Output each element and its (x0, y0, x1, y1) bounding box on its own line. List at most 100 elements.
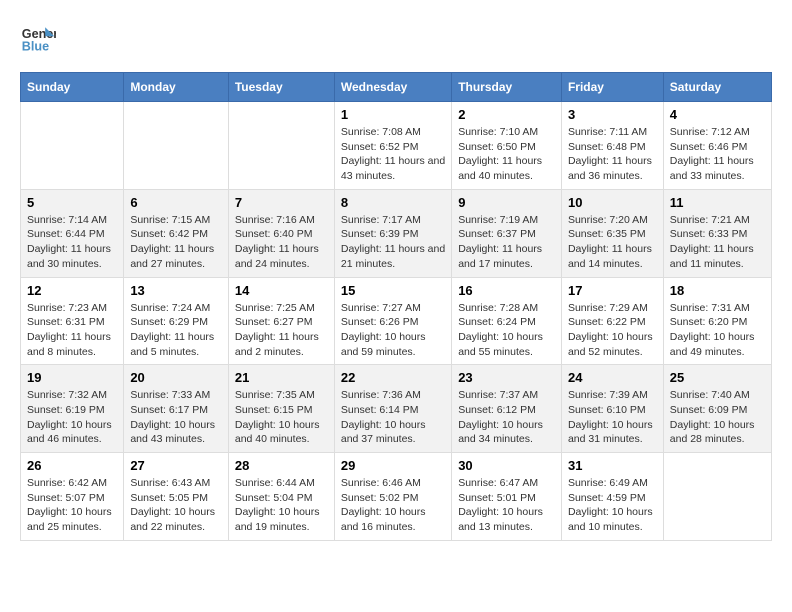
day-number: 22 (341, 370, 445, 385)
day-number: 31 (568, 458, 657, 473)
page-header: General Blue (20, 20, 772, 56)
calendar-cell (124, 102, 229, 190)
day-info: Sunrise: 7:17 AMSunset: 6:39 PMDaylight:… (341, 213, 445, 272)
day-number: 30 (458, 458, 555, 473)
day-number: 16 (458, 283, 555, 298)
calendar-cell (21, 102, 124, 190)
day-info: Sunrise: 7:16 AMSunset: 6:40 PMDaylight:… (235, 213, 328, 272)
day-number: 29 (341, 458, 445, 473)
calendar-cell: 21 Sunrise: 7:35 AMSunset: 6:15 PMDayligh… (228, 365, 334, 453)
day-info: Sunrise: 7:21 AMSunset: 6:33 PMDaylight:… (670, 213, 765, 272)
day-number: 19 (27, 370, 117, 385)
calendar-cell: 7 Sunrise: 7:16 AMSunset: 6:40 PMDaylight… (228, 189, 334, 277)
day-number: 7 (235, 195, 328, 210)
header-row: SundayMondayTuesdayWednesdayThursdayFrid… (21, 73, 772, 102)
day-info: Sunrise: 7:37 AMSunset: 6:12 PMDaylight:… (458, 388, 555, 447)
day-info: Sunrise: 7:24 AMSunset: 6:29 PMDaylight:… (130, 301, 222, 360)
day-info: Sunrise: 6:44 AMSunset: 5:04 PMDaylight:… (235, 476, 328, 535)
day-number: 14 (235, 283, 328, 298)
calendar-cell: 5 Sunrise: 7:14 AMSunset: 6:44 PMDaylight… (21, 189, 124, 277)
svg-text:Blue: Blue (22, 40, 49, 54)
day-info: Sunrise: 7:31 AMSunset: 6:20 PMDaylight:… (670, 301, 765, 360)
day-number: 17 (568, 283, 657, 298)
day-info: Sunrise: 7:39 AMSunset: 6:10 PMDaylight:… (568, 388, 657, 447)
day-info: Sunrise: 7:27 AMSunset: 6:26 PMDaylight:… (341, 301, 445, 360)
day-info: Sunrise: 7:15 AMSunset: 6:42 PMDaylight:… (130, 213, 222, 272)
day-number: 18 (670, 283, 765, 298)
calendar-cell: 19 Sunrise: 7:32 AMSunset: 6:19 PMDayligh… (21, 365, 124, 453)
day-number: 12 (27, 283, 117, 298)
day-info: Sunrise: 7:32 AMSunset: 6:19 PMDaylight:… (27, 388, 117, 447)
day-info: Sunrise: 7:35 AMSunset: 6:15 PMDaylight:… (235, 388, 328, 447)
week-row: 1Sunrise: 7:08 AMSunset: 6:52 PMDaylight… (21, 102, 772, 190)
logo-icon: General Blue (20, 20, 56, 56)
calendar-cell: 26 Sunrise: 6:42 AMSunset: 5:07 PMDayligh… (21, 453, 124, 541)
calendar-cell: 10 Sunrise: 7:20 AMSunset: 6:35 PMDayligh… (561, 189, 663, 277)
day-info: Sunrise: 6:46 AMSunset: 5:02 PMDaylight:… (341, 476, 445, 535)
day-info: Sunrise: 6:43 AMSunset: 5:05 PMDaylight:… (130, 476, 222, 535)
calendar-cell: 23 Sunrise: 7:37 AMSunset: 6:12 PMDayligh… (452, 365, 562, 453)
day-number: 6 (130, 195, 222, 210)
calendar-cell: 20Sunrise: 7:33 AMSunset: 6:17 PMDayligh… (124, 365, 229, 453)
calendar-cell: 11 Sunrise: 7:21 AMSunset: 6:33 PMDayligh… (663, 189, 771, 277)
calendar-cell: 8Sunrise: 7:17 AMSunset: 6:39 PMDaylight… (334, 189, 451, 277)
day-info: Sunrise: 7:23 AMSunset: 6:31 PMDaylight:… (27, 301, 117, 360)
calendar-cell (663, 453, 771, 541)
header-saturday: Saturday (663, 73, 771, 102)
calendar-cell: 18 Sunrise: 7:31 AMSunset: 6:20 PMDayligh… (663, 277, 771, 365)
day-number: 5 (27, 195, 117, 210)
calendar-cell: 24Sunrise: 7:39 AMSunset: 6:10 PMDayligh… (561, 365, 663, 453)
day-number: 27 (130, 458, 222, 473)
header-monday: Monday (124, 73, 229, 102)
logo: General Blue (20, 20, 60, 56)
calendar-cell: 1Sunrise: 7:08 AMSunset: 6:52 PMDaylight… (334, 102, 451, 190)
day-number: 23 (458, 370, 555, 385)
week-row: 26 Sunrise: 6:42 AMSunset: 5:07 PMDayligh… (21, 453, 772, 541)
day-number: 11 (670, 195, 765, 210)
day-info: Sunrise: 7:14 AMSunset: 6:44 PMDaylight:… (27, 213, 117, 272)
calendar-cell: 3Sunrise: 7:11 AMSunset: 6:48 PMDaylight… (561, 102, 663, 190)
day-number: 28 (235, 458, 328, 473)
header-sunday: Sunday (21, 73, 124, 102)
calendar-cell: 16 Sunrise: 7:28 AMSunset: 6:24 PMDayligh… (452, 277, 562, 365)
day-number: 2 (458, 107, 555, 122)
calendar-cell: 4Sunrise: 7:12 AMSunset: 6:46 PMDaylight… (663, 102, 771, 190)
day-info: Sunrise: 7:10 AMSunset: 6:50 PMDaylight:… (458, 125, 555, 184)
day-number: 1 (341, 107, 445, 122)
day-info: Sunrise: 7:28 AMSunset: 6:24 PMDaylight:… (458, 301, 555, 360)
header-tuesday: Tuesday (228, 73, 334, 102)
day-number: 20 (130, 370, 222, 385)
day-info: Sunrise: 6:47 AMSunset: 5:01 PMDaylight:… (458, 476, 555, 535)
day-info: Sunrise: 6:42 AMSunset: 5:07 PMDaylight:… (27, 476, 117, 535)
day-info: Sunrise: 7:11 AMSunset: 6:48 PMDaylight:… (568, 125, 657, 184)
week-row: 12 Sunrise: 7:23 AMSunset: 6:31 PMDayligh… (21, 277, 772, 365)
calendar-table: SundayMondayTuesdayWednesdayThursdayFrid… (20, 72, 772, 541)
day-number: 10 (568, 195, 657, 210)
calendar-cell: 12 Sunrise: 7:23 AMSunset: 6:31 PMDayligh… (21, 277, 124, 365)
day-number: 15 (341, 283, 445, 298)
day-number: 9 (458, 195, 555, 210)
day-number: 25 (670, 370, 765, 385)
day-number: 21 (235, 370, 328, 385)
calendar-cell: 27 Sunrise: 6:43 AMSunset: 5:05 PMDayligh… (124, 453, 229, 541)
day-info: Sunrise: 7:40 AMSunset: 6:09 PMDaylight:… (670, 388, 765, 447)
calendar-cell: 2 Sunrise: 7:10 AMSunset: 6:50 PMDaylight… (452, 102, 562, 190)
calendar-cell: 31 Sunrise: 6:49 AMSunset: 4:59 PMDayligh… (561, 453, 663, 541)
calendar-cell: 30 Sunrise: 6:47 AMSunset: 5:01 PMDayligh… (452, 453, 562, 541)
calendar-cell: 14 Sunrise: 7:25 AMSunset: 6:27 PMDayligh… (228, 277, 334, 365)
day-info: Sunrise: 7:12 AMSunset: 6:46 PMDaylight:… (670, 125, 765, 184)
calendar-cell: 28 Sunrise: 6:44 AMSunset: 5:04 PMDayligh… (228, 453, 334, 541)
calendar-cell: 9Sunrise: 7:19 AMSunset: 6:37 PMDaylight… (452, 189, 562, 277)
week-row: 5 Sunrise: 7:14 AMSunset: 6:44 PMDaylight… (21, 189, 772, 277)
calendar-cell: 15 Sunrise: 7:27 AMSunset: 6:26 PMDayligh… (334, 277, 451, 365)
calendar-cell: 25 Sunrise: 7:40 AMSunset: 6:09 PMDayligh… (663, 365, 771, 453)
calendar-cell: 29 Sunrise: 6:46 AMSunset: 5:02 PMDayligh… (334, 453, 451, 541)
calendar-cell: 6 Sunrise: 7:15 AMSunset: 6:42 PMDaylight… (124, 189, 229, 277)
calendar-cell: 13Sunrise: 7:24 AMSunset: 6:29 PMDayligh… (124, 277, 229, 365)
header-friday: Friday (561, 73, 663, 102)
day-info: Sunrise: 7:20 AMSunset: 6:35 PMDaylight:… (568, 213, 657, 272)
day-number: 26 (27, 458, 117, 473)
day-info: Sunrise: 7:25 AMSunset: 6:27 PMDaylight:… (235, 301, 328, 360)
week-row: 19 Sunrise: 7:32 AMSunset: 6:19 PMDayligh… (21, 365, 772, 453)
day-info: Sunrise: 6:49 AMSunset: 4:59 PMDaylight:… (568, 476, 657, 535)
